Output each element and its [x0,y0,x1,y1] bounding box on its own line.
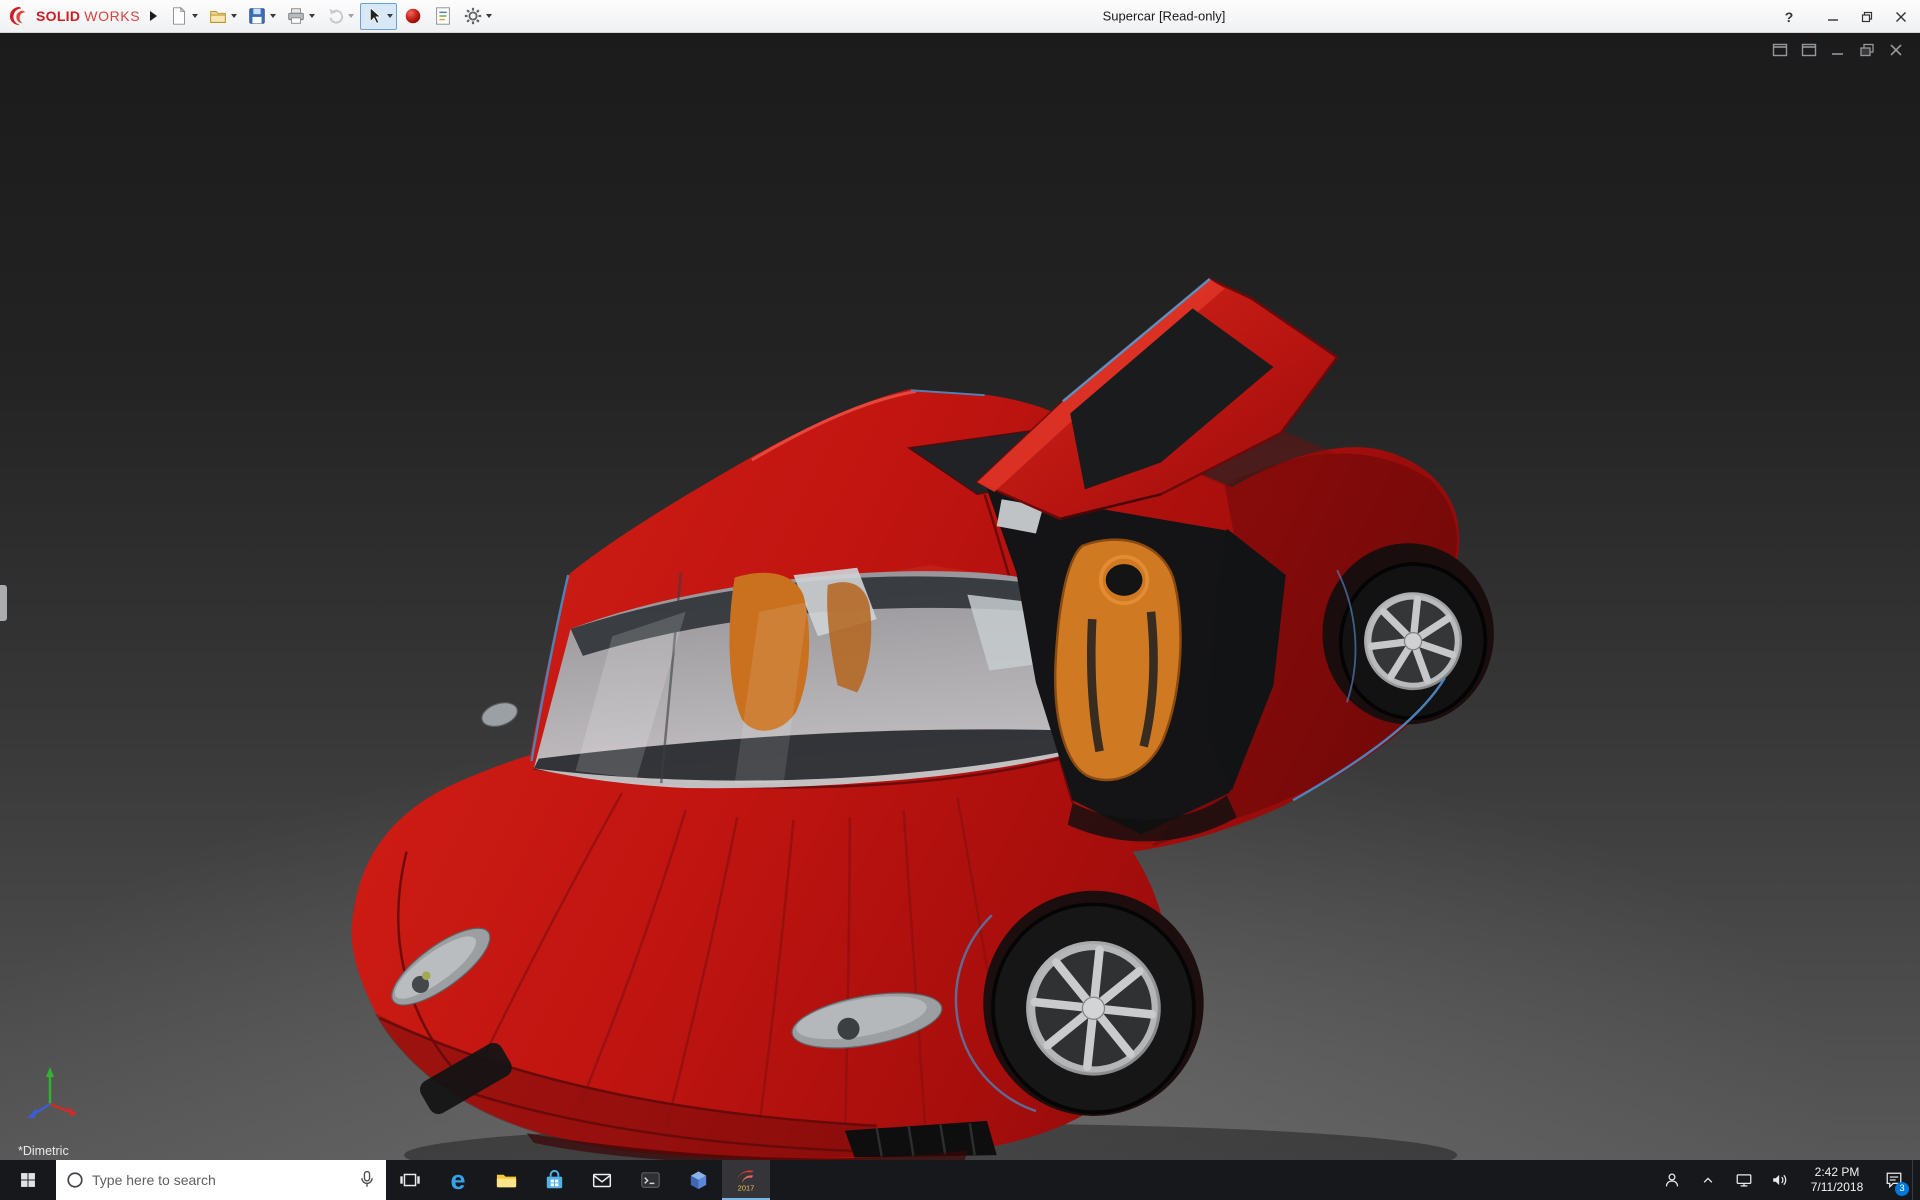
app-icon-3d-viewer[interactable] [674,1160,722,1200]
doc-window-frame-icon[interactable] [1772,43,1788,57]
clock-time: 2:42 PM [1815,1165,1860,1180]
svg-text:2017: 2017 [738,1184,755,1193]
network-icon[interactable] [1726,1160,1762,1200]
options-gear-icon [463,6,483,26]
app-icon-file-explorer[interactable] [482,1160,530,1200]
file-properties-icon [433,6,453,26]
dropdown-caret[interactable] [231,14,237,18]
minimize-button[interactable] [1816,0,1850,33]
cortana-icon [64,1169,86,1191]
dropdown-caret[interactable] [387,14,393,18]
print-button[interactable] [282,3,319,30]
orientation-triad [22,1064,80,1120]
print-icon [286,6,306,26]
doc-minimize-icon[interactable] [1830,43,1846,57]
console-icon [638,1168,663,1193]
app-icon-console[interactable] [626,1160,674,1200]
menu-flyout-arrow[interactable] [150,11,157,21]
side-mirror [479,698,521,730]
windows-logo-icon [18,1170,38,1190]
system-tray: 2:42 PM 7/11/2018 3 [1654,1160,1920,1200]
dropdown-caret[interactable] [270,14,276,18]
app-icon-mail[interactable] [578,1160,626,1200]
window-controls: ? [1772,0,1918,33]
search-input[interactable] [92,1172,350,1188]
taskbar-clock[interactable]: 2:42 PM 7/11/2018 [1798,1160,1876,1200]
save-button[interactable] [243,3,280,30]
notification-badge: 3 [1895,1182,1909,1196]
file-explorer-icon [494,1168,519,1193]
close-icon [1895,11,1907,23]
restore-button[interactable] [1850,0,1884,33]
app-icon-solidworks[interactable]: 2017 [722,1160,770,1200]
start-button[interactable] [0,1160,56,1200]
undo-icon [325,6,345,26]
dropdown-caret[interactable] [486,14,492,18]
taskbar-search-box[interactable] [56,1160,386,1200]
microphone-icon[interactable] [356,1169,378,1191]
cube-icon [686,1168,711,1193]
document-window-controls [1772,43,1904,57]
doc-window-frame-icon[interactable] [1801,43,1817,57]
options-button[interactable] [459,3,496,30]
close-button[interactable] [1884,0,1918,33]
brand-text-works: WORKS [84,8,140,24]
app-icon-edge[interactable]: e [434,1160,482,1200]
solidworks-logo-icon [8,5,32,27]
select-tool-button[interactable] [360,3,397,30]
undo-button[interactable] [321,3,358,30]
doc-restore-icon[interactable] [1859,43,1875,57]
rebuild-button[interactable] [399,3,427,30]
dropdown-caret[interactable] [192,14,198,18]
people-glyph [1661,1169,1683,1191]
orange-seat [1055,540,1180,780]
graphics-area[interactable]: *Dimetric [0,33,1920,1160]
view-orientation-label: *Dimetric [18,1144,69,1158]
new-document-icon [169,6,189,26]
dropdown-caret[interactable] [348,14,354,18]
clock-date: 7/11/2018 [1811,1180,1864,1195]
task-view-button[interactable] [386,1160,434,1200]
minimize-icon [1827,11,1839,23]
taskbar: e [0,1160,1920,1200]
doc-close-icon[interactable] [1888,43,1904,57]
rebuild-sphere-icon [403,6,423,26]
speaker-glyph [1769,1169,1791,1191]
solidworks-logo: SOLIDWORKS [0,5,146,27]
app-icon-store[interactable] [530,1160,578,1200]
edge-icon: e [450,1167,465,1194]
standard-toolbar [165,3,496,30]
new-document-button[interactable] [165,3,202,30]
chevron-up-icon [1698,1170,1718,1190]
restore-icon [1861,11,1873,23]
save-icon [247,6,267,26]
help-button[interactable]: ? [1772,0,1806,33]
document-title: Supercar [Read-only] [1103,9,1226,24]
task-view-icon [398,1168,422,1192]
store-icon [542,1168,567,1193]
desktop-screen: SOLIDWORKS [0,0,1920,1200]
dropdown-caret[interactable] [309,14,315,18]
car-3d-model[interactable] [0,33,1920,1160]
titlebar: SOLIDWORKS [0,0,1920,33]
open-folder-icon [208,6,228,26]
mail-icon [590,1168,614,1192]
hidden-icons-chevron[interactable] [1690,1160,1726,1200]
brand-text-solid: SOLID [36,8,80,24]
solidworks-taskbar-icon: 2017 [733,1167,759,1193]
volume-icon[interactable] [1762,1160,1798,1200]
open-button[interactable] [204,3,241,30]
people-icon[interactable] [1654,1160,1690,1200]
action-center-button[interactable]: 3 [1876,1160,1912,1200]
file-properties-button[interactable] [429,3,457,30]
featuremanager-collapse-tab[interactable] [0,585,7,621]
select-cursor-icon [364,6,384,26]
show-desktop-button[interactable] [1912,1160,1920,1200]
network-glyph [1733,1169,1755,1191]
